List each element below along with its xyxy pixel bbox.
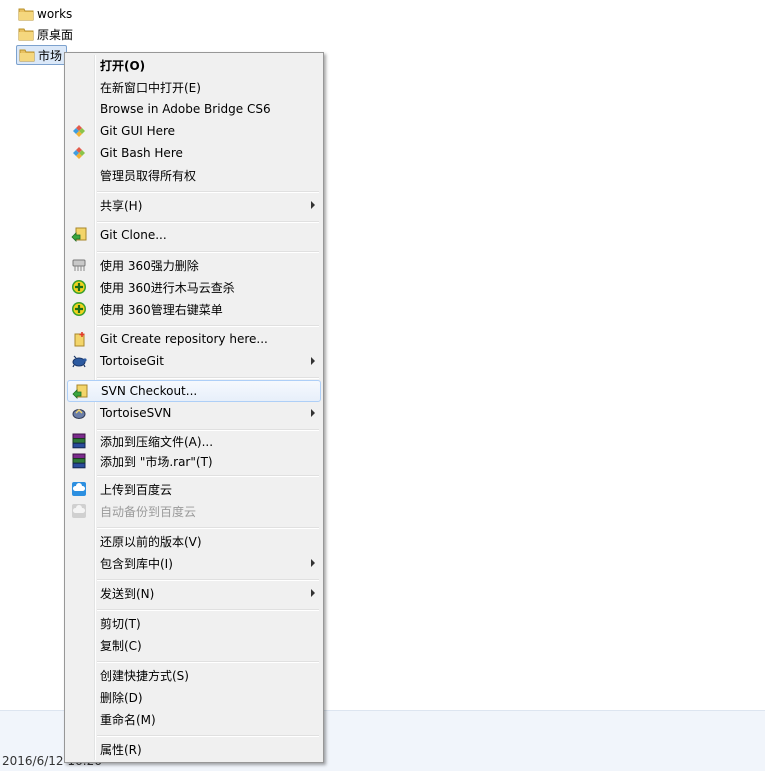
- menu-label: SVN Checkout...: [101, 384, 198, 398]
- menu-label: Git Clone...: [100, 228, 167, 242]
- menu-separator: [97, 377, 319, 379]
- menu-label: 在新窗口中打开(E): [100, 80, 201, 95]
- menu-label: 添加到 "市场.rar"(T): [100, 454, 213, 469]
- folder-label: 原桌面: [37, 27, 74, 42]
- menu-separator: [97, 475, 319, 477]
- git-diamond-icon: [71, 123, 87, 139]
- menu-item-git-create-repo[interactable]: Git Create repository here...: [67, 328, 321, 350]
- menu-separator: [97, 735, 319, 737]
- menu-item-tortoise-git[interactable]: TortoiseGit: [67, 350, 321, 372]
- menu-label: Git Create repository here...: [100, 332, 268, 346]
- context-menu: 打开(O) 在新窗口中打开(E) Browse in Adobe Bridge …: [64, 52, 324, 763]
- menu-item-create-shortcut[interactable]: 创建快捷方式(S): [67, 664, 321, 686]
- menu-item-git-gui[interactable]: Git GUI Here: [67, 120, 321, 142]
- menu-item-include-library[interactable]: 包含到库中(I): [67, 552, 321, 574]
- baidu-cloud-icon: [71, 503, 87, 519]
- menu-label: 自动备份到百度云: [100, 504, 197, 519]
- menu-item-add-to-rar[interactable]: 添加到 "市场.rar"(T): [67, 450, 321, 472]
- menu-separator: [97, 251, 319, 253]
- menu-item-rename[interactable]: 重命名(M): [67, 708, 321, 730]
- menu-item-upload-baidu[interactable]: 上传到百度云: [67, 478, 321, 500]
- folder-label: works: [37, 7, 73, 21]
- winrar-icon: [71, 433, 87, 449]
- menu-label: Browse in Adobe Bridge CS6: [100, 102, 271, 116]
- folder-item-works[interactable]: works: [16, 4, 76, 24]
- folder-item-market[interactable]: 市场: [16, 45, 68, 65]
- menu-item-tortoise-svn[interactable]: TortoiseSVN: [67, 402, 321, 424]
- menu-label: 使用 360进行木马云查杀: [100, 280, 235, 295]
- menu-item-take-ownership[interactable]: 管理员取得所有权: [67, 164, 321, 186]
- submenu-arrow-icon: [311, 559, 315, 567]
- menu-label: 打开(O): [100, 58, 146, 73]
- menu-item-auto-backup-baidu[interactable]: 自动备份到百度云: [67, 500, 321, 522]
- menu-item-360-force-delete[interactable]: 使用 360强力删除: [67, 254, 321, 276]
- svn-checkout-icon: [72, 384, 88, 400]
- menu-item-share[interactable]: 共享(H): [67, 194, 321, 216]
- submenu-arrow-icon: [311, 589, 315, 597]
- menu-item-git-bash[interactable]: Git Bash Here: [67, 142, 321, 164]
- plus-360-icon: [71, 301, 87, 317]
- menu-item-send-to[interactable]: 发送到(N): [67, 582, 321, 604]
- menu-item-360-manage-menu[interactable]: 使用 360管理右键菜单: [67, 298, 321, 320]
- menu-separator: [97, 661, 319, 663]
- menu-item-delete[interactable]: 删除(D): [67, 686, 321, 708]
- menu-label: 包含到库中(I): [100, 556, 173, 571]
- menu-item-copy[interactable]: 复制(C): [67, 634, 321, 656]
- menu-label: 使用 360强力删除: [100, 258, 199, 273]
- tortoise-icon: [71, 353, 87, 369]
- menu-item-svn-checkout[interactable]: SVN Checkout...: [67, 380, 321, 402]
- menu-item-360-trojan-scan[interactable]: 使用 360进行木马云查杀: [67, 276, 321, 298]
- git-diamond-icon: [71, 145, 87, 161]
- menu-item-add-to-archive[interactable]: 添加到压缩文件(A)...: [67, 430, 321, 452]
- menu-separator: [97, 221, 319, 223]
- menu-label: 管理员取得所有权: [100, 168, 197, 183]
- menu-label: 属性(R): [100, 742, 142, 757]
- baidu-cloud-icon: [71, 481, 87, 497]
- menu-label: 还原以前的版本(V): [100, 534, 202, 549]
- menu-label: 剪切(T): [100, 616, 141, 631]
- menu-label: 使用 360管理右键菜单: [100, 302, 223, 317]
- menu-label: 发送到(N): [100, 586, 155, 601]
- shredder-360-icon: [71, 257, 87, 273]
- winrar-icon: [71, 453, 87, 469]
- menu-item-git-clone[interactable]: Git Clone...: [67, 224, 321, 246]
- menu-separator: [97, 527, 319, 529]
- repo-create-icon: [71, 331, 87, 347]
- menu-label: 添加到压缩文件(A)...: [100, 434, 214, 449]
- menu-separator: [97, 579, 319, 581]
- menu-label: 删除(D): [100, 690, 143, 705]
- submenu-arrow-icon: [311, 201, 315, 209]
- menu-item-cut[interactable]: 剪切(T): [67, 612, 321, 634]
- menu-separator: [97, 609, 319, 611]
- menu-item-properties[interactable]: 属性(R): [67, 738, 321, 760]
- menu-label: TortoiseSVN: [100, 406, 172, 420]
- folder-label: 市场: [38, 48, 63, 63]
- folder-icon: [18, 7, 34, 21]
- menu-item-open-new-window[interactable]: 在新窗口中打开(E): [67, 76, 321, 98]
- menu-item-open[interactable]: 打开(O): [67, 54, 321, 76]
- menu-label: 共享(H): [100, 198, 143, 213]
- folder-icon: [18, 27, 34, 41]
- menu-separator: [97, 191, 319, 193]
- menu-label: 重命名(M): [100, 712, 156, 727]
- git-clone-icon: [71, 227, 87, 243]
- menu-separator: [97, 325, 319, 327]
- menu-label: 复制(C): [100, 638, 142, 653]
- menu-label: 上传到百度云: [100, 482, 173, 497]
- menu-label: Git GUI Here: [100, 124, 176, 138]
- submenu-arrow-icon: [311, 357, 315, 365]
- folder-icon: [19, 48, 35, 62]
- menu-item-restore-versions[interactable]: 还原以前的版本(V): [67, 530, 321, 552]
- submenu-arrow-icon: [311, 409, 315, 417]
- tortoise-icon: [71, 405, 87, 421]
- plus-360-icon: [71, 279, 87, 295]
- menu-label: Git Bash Here: [100, 146, 183, 160]
- menu-label: TortoiseGit: [100, 354, 164, 368]
- folder-item-desktop[interactable]: 原桌面: [16, 24, 77, 44]
- menu-label: 创建快捷方式(S): [100, 668, 189, 683]
- menu-item-browse-bridge[interactable]: Browse in Adobe Bridge CS6: [67, 98, 321, 120]
